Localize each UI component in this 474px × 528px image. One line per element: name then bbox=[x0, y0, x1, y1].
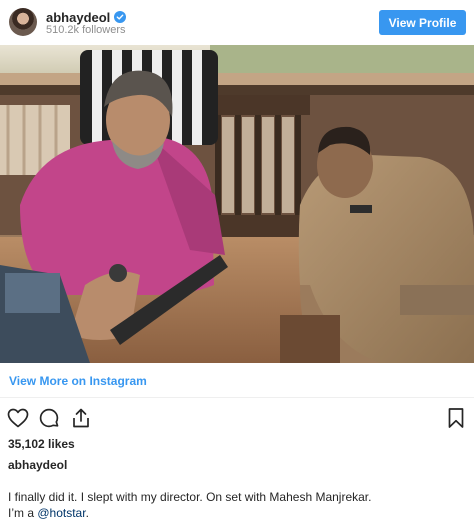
likes-count[interactable]: 35,102 likes bbox=[8, 437, 75, 451]
caption-line-1: I finally did it. I slept with my direct… bbox=[8, 490, 372, 504]
followers-count: 510.2k followers bbox=[46, 24, 126, 36]
avatar[interactable] bbox=[9, 8, 37, 36]
caption-suffix: . bbox=[85, 506, 89, 520]
verified-badge-icon bbox=[114, 11, 127, 23]
username[interactable]: abhaydeol bbox=[46, 10, 110, 25]
caption-line-2: I’m a @hotstar. bbox=[8, 505, 468, 521]
bookmark-icon[interactable] bbox=[444, 406, 468, 430]
caption-prefix: I’m a bbox=[8, 506, 38, 520]
post-photo[interactable] bbox=[0, 45, 474, 363]
caption-text: I finally did it. I slept with my direct… bbox=[8, 489, 468, 521]
comment-icon[interactable] bbox=[37, 406, 61, 430]
username-row: abhaydeol bbox=[46, 9, 127, 25]
view-profile-button[interactable]: View Profile bbox=[379, 10, 466, 35]
instagram-embed: abhaydeol 510.2k followers View Profile bbox=[0, 0, 474, 528]
post-header: abhaydeol 510.2k followers View Profile bbox=[0, 0, 474, 45]
caption-username[interactable]: abhaydeol bbox=[8, 458, 67, 472]
mention-link[interactable]: @hotstar bbox=[37, 506, 85, 520]
heart-icon[interactable] bbox=[6, 406, 30, 430]
share-icon[interactable] bbox=[69, 406, 93, 430]
view-more-link[interactable]: View More on Instagram bbox=[9, 374, 147, 388]
divider bbox=[0, 397, 474, 398]
action-bar bbox=[0, 401, 474, 435]
post-photo-illustration bbox=[0, 45, 474, 363]
